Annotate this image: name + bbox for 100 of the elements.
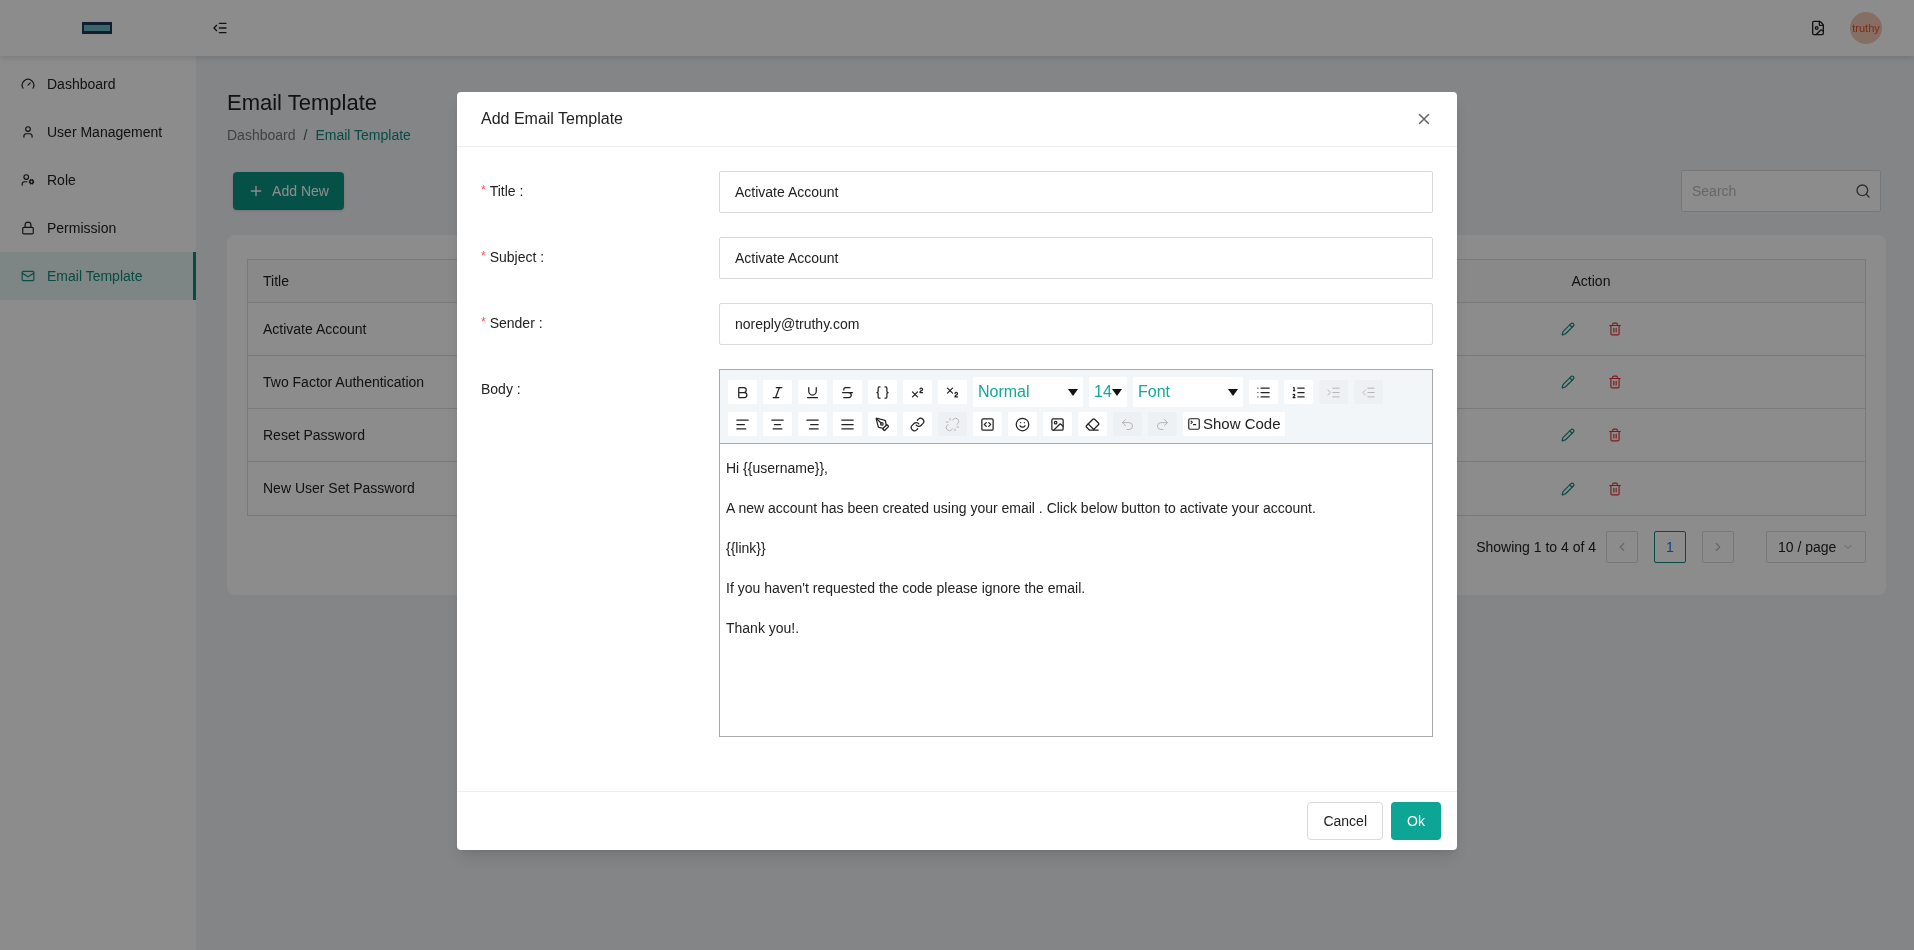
required-mark: * — [481, 182, 486, 199]
toolbar-button[interactable] — [728, 412, 757, 436]
show-code-button[interactable]: Show Code — [1183, 412, 1285, 436]
document-image-icon[interactable] — [1810, 20, 1826, 36]
sidebar-item[interactable]: User Management — [0, 108, 196, 156]
caret-icon — [1068, 388, 1078, 396]
body-paragraph: Hi {{username}}, — [726, 459, 829, 478]
toolbar-button[interactable] — [763, 380, 792, 404]
edit-icon[interactable] — [1560, 375, 1575, 389]
gauge-icon — [21, 77, 35, 91]
toolbar-button[interactable] — [973, 412, 1002, 436]
toolbar-button[interactable] — [763, 412, 792, 436]
modal-title: Add Email Template — [481, 109, 623, 129]
menu-icon[interactable] — [212, 20, 228, 36]
toolbar-button[interactable] — [938, 380, 967, 404]
align-left-icon — [735, 416, 750, 432]
toolbar-button[interactable] — [833, 412, 862, 436]
numbered-list-icon — [1291, 384, 1306, 400]
toolbar-button[interactable] — [1043, 412, 1072, 436]
mail-icon — [21, 269, 35, 283]
toolbar-button[interactable] — [798, 412, 827, 436]
field-label: Title : — [489, 182, 524, 201]
strikethrough-icon — [840, 384, 855, 400]
text-field[interactable]: Activate Account — [719, 237, 1433, 279]
delete-icon[interactable] — [1607, 481, 1622, 496]
cancel-button[interactable]: Cancel — [1307, 802, 1383, 840]
underline-icon — [805, 384, 820, 400]
pen-icon — [875, 416, 890, 432]
edit-icon[interactable] — [1560, 322, 1575, 336]
table-cell-text: Activate Account — [263, 319, 367, 339]
body-paragraph: A new account has been created using your email . Click below button to activate your account. — [726, 499, 1317, 518]
align-justify-icon — [840, 416, 855, 432]
delete-icon[interactable] — [1607, 428, 1622, 442]
toolbar-button[interactable] — [868, 412, 897, 436]
toolbar-button[interactable] — [903, 412, 932, 436]
delete-icon[interactable] — [1607, 375, 1622, 389]
italic-icon — [770, 384, 785, 400]
text-field[interactable]: noreply@truthy.com — [719, 303, 1433, 345]
breadcrumb-link[interactable]: Dashboard — [227, 125, 296, 146]
outdent-icon — [1361, 384, 1376, 400]
edit-icon[interactable] — [1560, 481, 1575, 496]
toolbar-button[interactable] — [728, 380, 757, 404]
search-icon — [1855, 183, 1871, 199]
indent-icon — [1326, 384, 1341, 400]
logo-icon — [82, 22, 112, 34]
smiley-icon — [1015, 416, 1030, 432]
table-cell-text: Two Factor Authentication — [263, 372, 425, 392]
terminal-icon — [1187, 417, 1201, 431]
link-icon — [910, 416, 925, 432]
sidebar-item[interactable]: Role — [0, 156, 196, 204]
toolbar-button[interactable] — [833, 380, 862, 404]
sidebar-item[interactable]: Permission — [0, 204, 196, 252]
toolbar-button[interactable] — [1078, 412, 1107, 436]
delete-icon[interactable] — [1607, 322, 1622, 336]
bold-icon — [735, 384, 750, 400]
caret-icon — [1228, 388, 1238, 396]
body-paragraph: Thank you!. — [726, 619, 801, 638]
toolbar-button[interactable] — [1008, 412, 1037, 436]
page-button[interactable]: 1 — [1654, 531, 1686, 563]
field-label: Sender : — [489, 314, 543, 333]
page-size-select[interactable]: 10 / page — [1766, 531, 1866, 563]
body-paragraph: {{link}} — [726, 539, 767, 558]
column-header: Action — [1570, 271, 1612, 291]
toolbar-dropdown[interactable]: 14 — [1089, 377, 1127, 407]
code-view-icon — [980, 416, 995, 432]
table-cell-text: Reset Password — [263, 425, 365, 445]
table-cell-text: New User Set Password — [263, 479, 415, 498]
field-label: Body : — [481, 381, 521, 397]
field-label: Subject : — [489, 248, 545, 267]
toolbar-button[interactable] — [903, 380, 932, 404]
required-mark: * — [481, 248, 486, 265]
toolbar-dropdown[interactable]: Normal — [973, 377, 1083, 407]
bullet-list-icon — [1256, 384, 1271, 400]
lock-icon — [21, 221, 35, 235]
pagination-summary: Showing 1 to 4 of 4 — [1476, 537, 1596, 557]
sidebar-item[interactable]: Dashboard — [0, 60, 196, 108]
breadcrumb-separator: / — [303, 126, 308, 145]
text-field[interactable]: Activate Account — [719, 171, 1433, 213]
unlink-icon — [945, 416, 960, 432]
subscript-icon — [945, 384, 960, 400]
user-icon — [21, 125, 35, 139]
braces-icon — [875, 384, 890, 400]
superscript-icon — [910, 384, 925, 400]
ok-button[interactable]: Ok — [1391, 802, 1441, 840]
edit-icon[interactable] — [1560, 428, 1575, 442]
column-header: Title — [262, 271, 290, 291]
align-right-icon — [805, 416, 820, 432]
eraser-icon — [1085, 416, 1100, 432]
toolbar-button[interactable] — [798, 380, 827, 404]
toolbar-dropdown[interactable]: Font — [1133, 377, 1243, 407]
toolbar-button[interactable] — [868, 380, 897, 404]
body-paragraph: If you haven't requested the code please ignore the email. — [726, 579, 1087, 598]
image-icon — [1050, 416, 1065, 432]
toolbar-button[interactable] — [1284, 380, 1313, 404]
caret-icon — [1112, 388, 1122, 396]
page-title: Email Template — [227, 89, 377, 117]
user-gear-icon — [21, 173, 35, 187]
toolbar-button[interactable] — [1249, 380, 1278, 404]
redo-icon — [1155, 416, 1170, 432]
add-new-button[interactable]: Add New — [233, 172, 344, 210]
